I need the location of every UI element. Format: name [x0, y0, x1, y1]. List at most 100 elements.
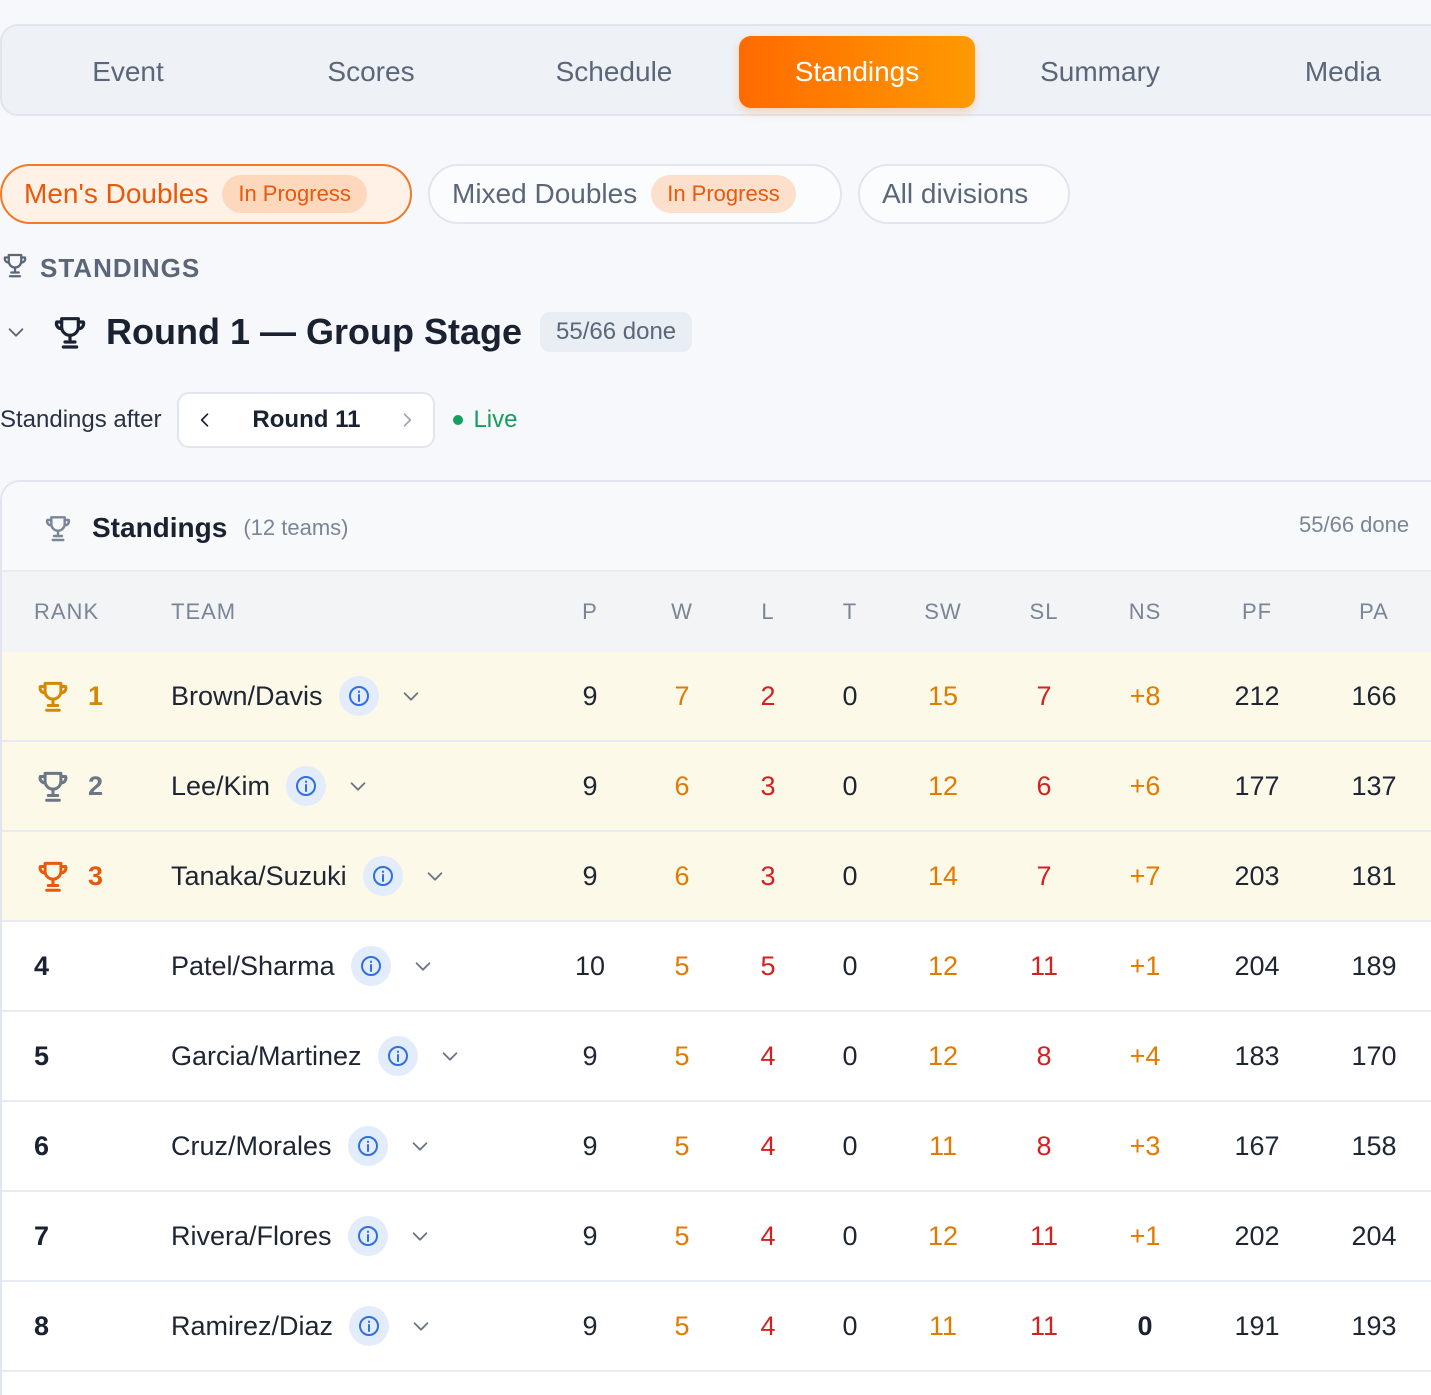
round-progress-chip: 55/66 done [540, 312, 693, 352]
cell-played: 9 [582, 1131, 598, 1161]
col-team[interactable]: TEAM [171, 572, 236, 652]
cell-net-sets: 0 [1137, 1311, 1153, 1341]
col-pa[interactable]: PA [1334, 572, 1414, 652]
cell-wins: 6 [674, 771, 690, 801]
rank-number: 8 [34, 1310, 50, 1341]
table-row[interactable]: 3 Tanaka/Suzuki 9 6 3 0 14 7 +7 203 181 [2, 832, 1431, 922]
table-row[interactable]: 4 Patel/Sharma 10 5 5 0 12 11 +1 204 189 [2, 922, 1431, 1012]
cell-losses: 4 [760, 1221, 776, 1251]
tab-summary[interactable]: Summary [982, 36, 1218, 108]
standings-after-row: Standings after Round 11 Live [0, 392, 517, 448]
info-icon[interactable] [338, 676, 379, 716]
standings-card-header: Standings (12 teams) 55/66 done [2, 482, 1431, 572]
rank-cell: 5 [34, 1012, 49, 1100]
division-pill-mixed-doubles[interactable]: Mixed Doubles In Progress [428, 164, 842, 224]
standings-after-label: Standings after [0, 406, 162, 433]
cell-net-sets: +6 [1129, 771, 1161, 801]
cell-ties: 0 [842, 1221, 858, 1251]
info-icon[interactable] [377, 1036, 418, 1076]
cell-sets-won: 12 [927, 1041, 959, 1071]
chevron-down-icon[interactable] [0, 321, 32, 343]
team-cell: Lee/Kim [171, 742, 372, 830]
trophy-icon [34, 677, 72, 715]
team-cell: Rivera/Flores [171, 1192, 434, 1280]
cell-sets-won: 11 [928, 1131, 958, 1161]
tab-event[interactable]: Event [10, 36, 246, 108]
info-icon[interactable] [362, 856, 403, 896]
team-name: Patel/Sharma [171, 950, 335, 981]
chevron-down-icon[interactable] [344, 772, 372, 800]
cell-losses: 4 [760, 1311, 776, 1341]
info-icon[interactable] [347, 1126, 388, 1166]
rank-cell: 8 [34, 1282, 49, 1370]
nav-tabbar: Event Scores Schedule Standings Summary … [0, 24, 1431, 116]
division-pill-mens-doubles[interactable]: Men's Doubles In Progress [0, 164, 412, 224]
chevron-right-icon[interactable] [397, 410, 417, 430]
division-pill-all[interactable]: All divisions [858, 164, 1070, 224]
rank-number: 2 [88, 770, 104, 801]
chevron-down-icon[interactable] [406, 1222, 434, 1250]
col-l[interactable]: L [738, 572, 798, 652]
col-pf[interactable]: PF [1217, 572, 1297, 652]
col-sw[interactable]: SW [903, 572, 983, 652]
table-row[interactable]: 8 Ramirez/Diaz 9 5 4 0 11 11 0 191 193 [2, 1282, 1431, 1372]
tab-media[interactable]: Media [1225, 36, 1431, 108]
info-icon[interactable] [350, 946, 391, 986]
col-p[interactable]: P [560, 572, 620, 652]
chevron-down-icon[interactable] [436, 1042, 464, 1070]
info-icon[interactable] [347, 1216, 388, 1256]
round-header[interactable]: Round 1 — Group Stage 55/66 done [0, 306, 693, 358]
team-cell: Patel/Sharma [171, 922, 437, 1010]
info-icon[interactable] [286, 766, 327, 806]
chevron-down-icon[interactable] [407, 1312, 435, 1340]
table-row[interactable]: 7 Rivera/Flores 9 5 4 0 12 11 +1 202 204 [2, 1192, 1431, 1282]
chevron-down-icon[interactable] [406, 1132, 434, 1160]
cell-sets-lost: 8 [1036, 1131, 1052, 1161]
cell-points-against: 166 [1351, 681, 1397, 711]
cell-sets-lost: 11 [1029, 1221, 1059, 1251]
cell-wins: 6 [674, 861, 690, 891]
col-sl[interactable]: SL [1004, 572, 1084, 652]
status-badge: In Progress [651, 175, 796, 213]
standings-card: Standings (12 teams) 55/66 done RANK TEA… [0, 480, 1431, 1395]
cell-net-sets: +1 [1129, 1221, 1161, 1251]
cell-played: 10 [574, 951, 606, 981]
table-row[interactable]: 2 Lee/Kim 9 6 3 0 12 6 +6 177 137 [2, 742, 1431, 832]
col-rank[interactable]: RANK [34, 572, 99, 652]
cell-points-for: 167 [1234, 1131, 1280, 1161]
tab-schedule[interactable]: Schedule [496, 36, 732, 108]
live-dot [453, 415, 464, 425]
chevron-down-icon[interactable] [397, 682, 425, 710]
col-t[interactable]: T [820, 572, 880, 652]
cell-net-sets: +1 [1129, 951, 1161, 981]
cell-points-for: 202 [1234, 1221, 1280, 1251]
rank-number: 3 [88, 860, 104, 891]
cell-losses: 4 [760, 1041, 776, 1071]
table-row[interactable]: 1 Brown/Davis 9 7 2 0 15 7 +8 212 166 [2, 652, 1431, 742]
section-label: STANDINGS [0, 250, 200, 286]
team-cell: Tanaka/Suzuki [171, 832, 449, 920]
tab-standings[interactable]: Standings [739, 36, 975, 108]
col-ns[interactable]: NS [1105, 572, 1185, 652]
table-row[interactable]: 6 Cruz/Morales 9 5 4 0 11 8 +3 167 158 [2, 1102, 1431, 1192]
table-row[interactable]: 5 Garcia/Martinez 9 5 4 0 12 8 +4 183 17… [2, 1012, 1431, 1102]
cell-ties: 0 [842, 1131, 858, 1161]
cell-points-for: 203 [1234, 861, 1280, 891]
cell-wins: 5 [674, 1131, 690, 1161]
info-icon[interactable] [349, 1306, 390, 1346]
cell-points-for: 177 [1234, 771, 1280, 801]
cell-net-sets: +3 [1129, 1131, 1161, 1161]
chevron-down-icon[interactable] [421, 862, 449, 890]
col-w[interactable]: W [652, 572, 712, 652]
rank-number: 1 [88, 680, 104, 711]
team-cell: Cruz/Morales [171, 1102, 434, 1190]
division-label: Mixed Doubles [452, 178, 638, 209]
live-label: Live [473, 406, 518, 433]
chevron-down-icon[interactable] [409, 952, 437, 980]
trophy-icon [50, 312, 90, 352]
cell-sets-lost: 7 [1036, 681, 1052, 711]
team-cell: Ramirez/Diaz [171, 1282, 435, 1370]
cell-sets-won: 11 [928, 1311, 958, 1341]
chevron-left-icon[interactable] [195, 410, 215, 430]
tab-scores[interactable]: Scores [253, 36, 489, 108]
